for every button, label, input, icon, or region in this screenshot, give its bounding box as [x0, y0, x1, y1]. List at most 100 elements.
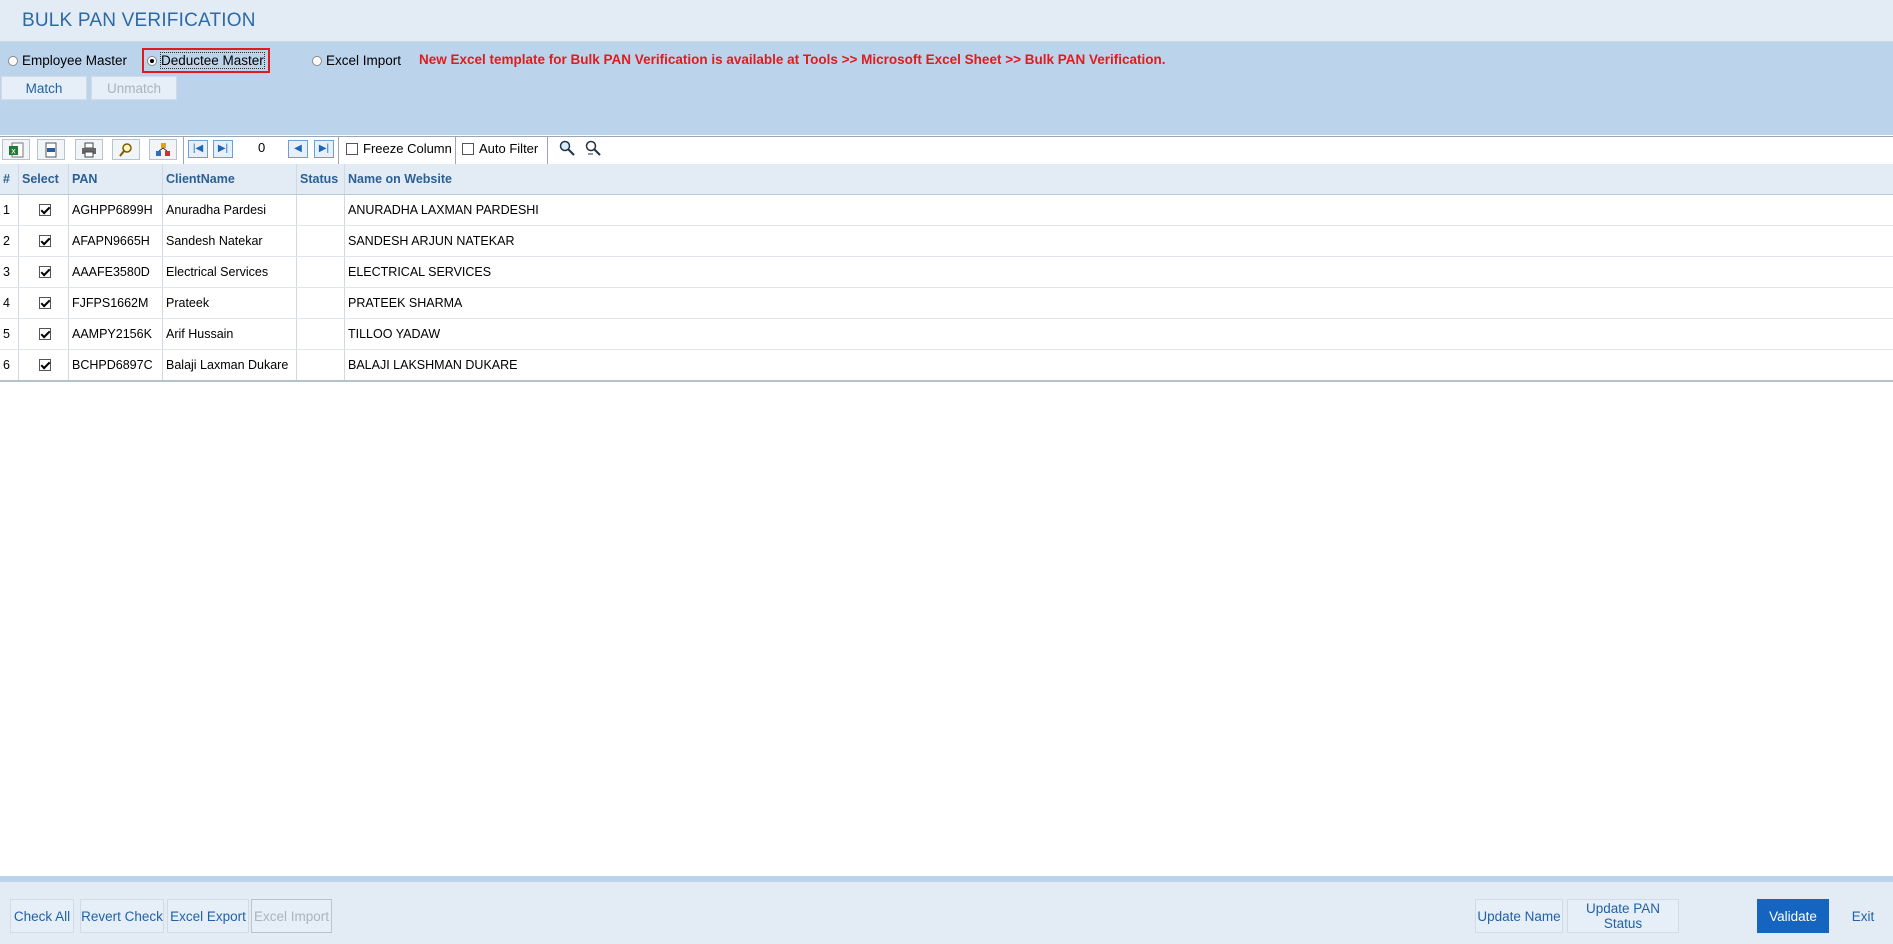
checkbox-box[interactable]: [346, 142, 358, 155]
column-header-name-on-website[interactable]: Name on Website: [345, 164, 1893, 194]
next-page-icon[interactable]: ▶|: [314, 140, 334, 158]
client-name-cell: Arif Hussain: [163, 319, 297, 349]
toolbar-divider: [338, 137, 339, 164]
clear-search-icon[interactable]: [584, 139, 602, 160]
first-record-icon[interactable]: |◀: [188, 140, 208, 158]
toolbar-divider: [455, 137, 456, 164]
prev-page-icon[interactable]: ◀: [288, 140, 308, 158]
excel-import-label: Excel Import: [326, 53, 402, 68]
check-all-button[interactable]: Check All: [10, 899, 74, 933]
status-cell: [297, 226, 345, 256]
client-name-cell: Anuradha Pardesi: [163, 195, 297, 225]
pan-cell: AAMPY2156K: [69, 319, 163, 349]
status-cell: [297, 350, 345, 380]
excel-import-radio[interactable]: Excel Import: [312, 53, 401, 68]
employee-master-radio[interactable]: Employee Master: [8, 53, 127, 68]
row-select-cell[interactable]: [19, 226, 69, 256]
unmatch-button[interactable]: Unmatch: [91, 76, 177, 100]
employee-master-label: Employee Master: [22, 53, 128, 68]
column-header-pan[interactable]: PAN: [69, 164, 163, 194]
row-select-cell[interactable]: [19, 350, 69, 380]
client-name-cell: Sandesh Natekar: [163, 226, 297, 256]
match-button[interactable]: Match: [1, 76, 87, 100]
update-name-button[interactable]: Update Name: [1475, 899, 1563, 933]
row-checkbox[interactable]: [39, 266, 51, 278]
website-name-cell: SANDESH ARJUN NATEKAR: [348, 234, 515, 248]
website-name-cell: PRATEEK SHARMA: [348, 296, 463, 310]
print-icon[interactable]: [75, 139, 103, 160]
revert-check-button[interactable]: Revert Check: [80, 899, 164, 933]
exit-button[interactable]: Exit: [1839, 899, 1887, 933]
columns-icon[interactable]: [149, 139, 177, 160]
pan-cell: AGHPP6899H: [69, 195, 163, 225]
status-cell: [297, 257, 345, 287]
pan-cell: AAAFE3580D: [69, 257, 163, 287]
table-row[interactable]: 1 AGHPP6899H Anuradha Pardesi ANURADHA L…: [0, 195, 1893, 226]
freeze-column-label: Freeze Column: [363, 141, 452, 156]
pan-grid: # Select PAN ClientName Status Name on W…: [0, 164, 1893, 382]
row-select-cell[interactable]: [19, 319, 69, 349]
search-icon[interactable]: [558, 139, 576, 160]
prev-record-icon[interactable]: ▶|: [213, 140, 233, 158]
client-name-cell: Prateek: [163, 288, 297, 318]
table-row[interactable]: 4 FJFPS1662M Prateek PRATEEK SHARMA: [0, 288, 1893, 319]
row-checkbox[interactable]: [39, 328, 51, 340]
excel-export-button[interactable]: Excel Export: [167, 899, 249, 933]
update-pan-status-button[interactable]: Update PAN Status: [1567, 899, 1679, 933]
footer-bar: Check All Revert Check Excel Export Exce…: [0, 876, 1893, 944]
toolbar-divider: [183, 137, 184, 164]
pdf-icon[interactable]: [37, 139, 65, 160]
table-row[interactable]: 6 BCHPD6897C Balaji Laxman Dukare BALAJI…: [0, 350, 1893, 380]
freeze-column-checkbox[interactable]: Freeze Column: [346, 141, 452, 156]
client-name-cell: Electrical Services: [163, 257, 297, 287]
row-checkbox[interactable]: [39, 204, 51, 216]
website-name-cell: BALAJI LAKSHMAN DUKARE: [348, 358, 518, 372]
deductee-master-radio[interactable]: Deductee Master: [142, 48, 270, 73]
row-select-cell[interactable]: [19, 195, 69, 225]
row-number: 3: [0, 257, 19, 287]
radio-circle[interactable]: [312, 55, 322, 66]
svg-text:x: x: [11, 146, 16, 155]
row-number: 2: [0, 226, 19, 256]
row-checkbox[interactable]: [39, 235, 51, 247]
column-header-number[interactable]: #: [0, 164, 19, 194]
radio-circle-selected[interactable]: [147, 55, 157, 66]
table-row[interactable]: 2 AFAPN9665H Sandesh Natekar SANDESH ARJ…: [0, 226, 1893, 257]
row-number: 6: [0, 350, 19, 380]
excel-import-button[interactable]: Excel Import: [251, 899, 332, 933]
grid-toolbar: x |◀ ▶| 0 ◀ ▶| Freeze Column Auto Filter: [0, 136, 1893, 165]
checkbox-box[interactable]: [462, 142, 474, 155]
website-name-cell: ELECTRICAL SERVICES: [348, 265, 492, 279]
website-name-cell: TILLOO YADAW: [348, 327, 441, 341]
pan-cell: AFAPN9665H: [69, 226, 163, 256]
row-select-cell[interactable]: [19, 257, 69, 287]
row-number: 4: [0, 288, 19, 318]
row-checkbox[interactable]: [39, 359, 51, 371]
page-title: BULK PAN VERIFICATION: [22, 10, 256, 31]
column-header-status[interactable]: Status: [297, 164, 345, 194]
deductee-master-label: Deductee Master: [160, 52, 265, 69]
row-checkbox[interactable]: [39, 297, 51, 309]
pan-cell: FJFPS1662M: [69, 288, 163, 318]
excel-export-icon[interactable]: x: [2, 139, 30, 160]
client-name-cell: Balaji Laxman Dukare: [163, 350, 297, 380]
table-row[interactable]: 5 AAMPY2156K Arif Hussain TILLOO YADAW: [0, 319, 1893, 350]
table-row[interactable]: 3 AAAFE3580D Electrical Services ELECTRI…: [0, 257, 1893, 288]
auto-filter-checkbox[interactable]: Auto Filter: [462, 141, 538, 156]
toolbar-divider: [547, 137, 548, 164]
column-header-client-name[interactable]: ClientName: [163, 164, 297, 194]
validate-button[interactable]: Validate: [1757, 899, 1829, 933]
grid-header: # Select PAN ClientName Status Name on W…: [0, 164, 1893, 195]
template-notice: New Excel template for Bulk PAN Verifica…: [419, 52, 1166, 67]
row-select-cell[interactable]: [19, 288, 69, 318]
radio-circle[interactable]: [8, 55, 18, 66]
auto-filter-label: Auto Filter: [479, 141, 539, 156]
title-bar: BULK PAN VERIFICATION: [0, 0, 1893, 42]
column-header-select[interactable]: Select: [19, 164, 69, 194]
status-cell: [297, 319, 345, 349]
row-number: 5: [0, 319, 19, 349]
pan-cell: BCHPD6897C: [69, 350, 163, 380]
find-icon[interactable]: [112, 139, 140, 160]
status-cell: [297, 195, 345, 225]
status-cell: [297, 288, 345, 318]
